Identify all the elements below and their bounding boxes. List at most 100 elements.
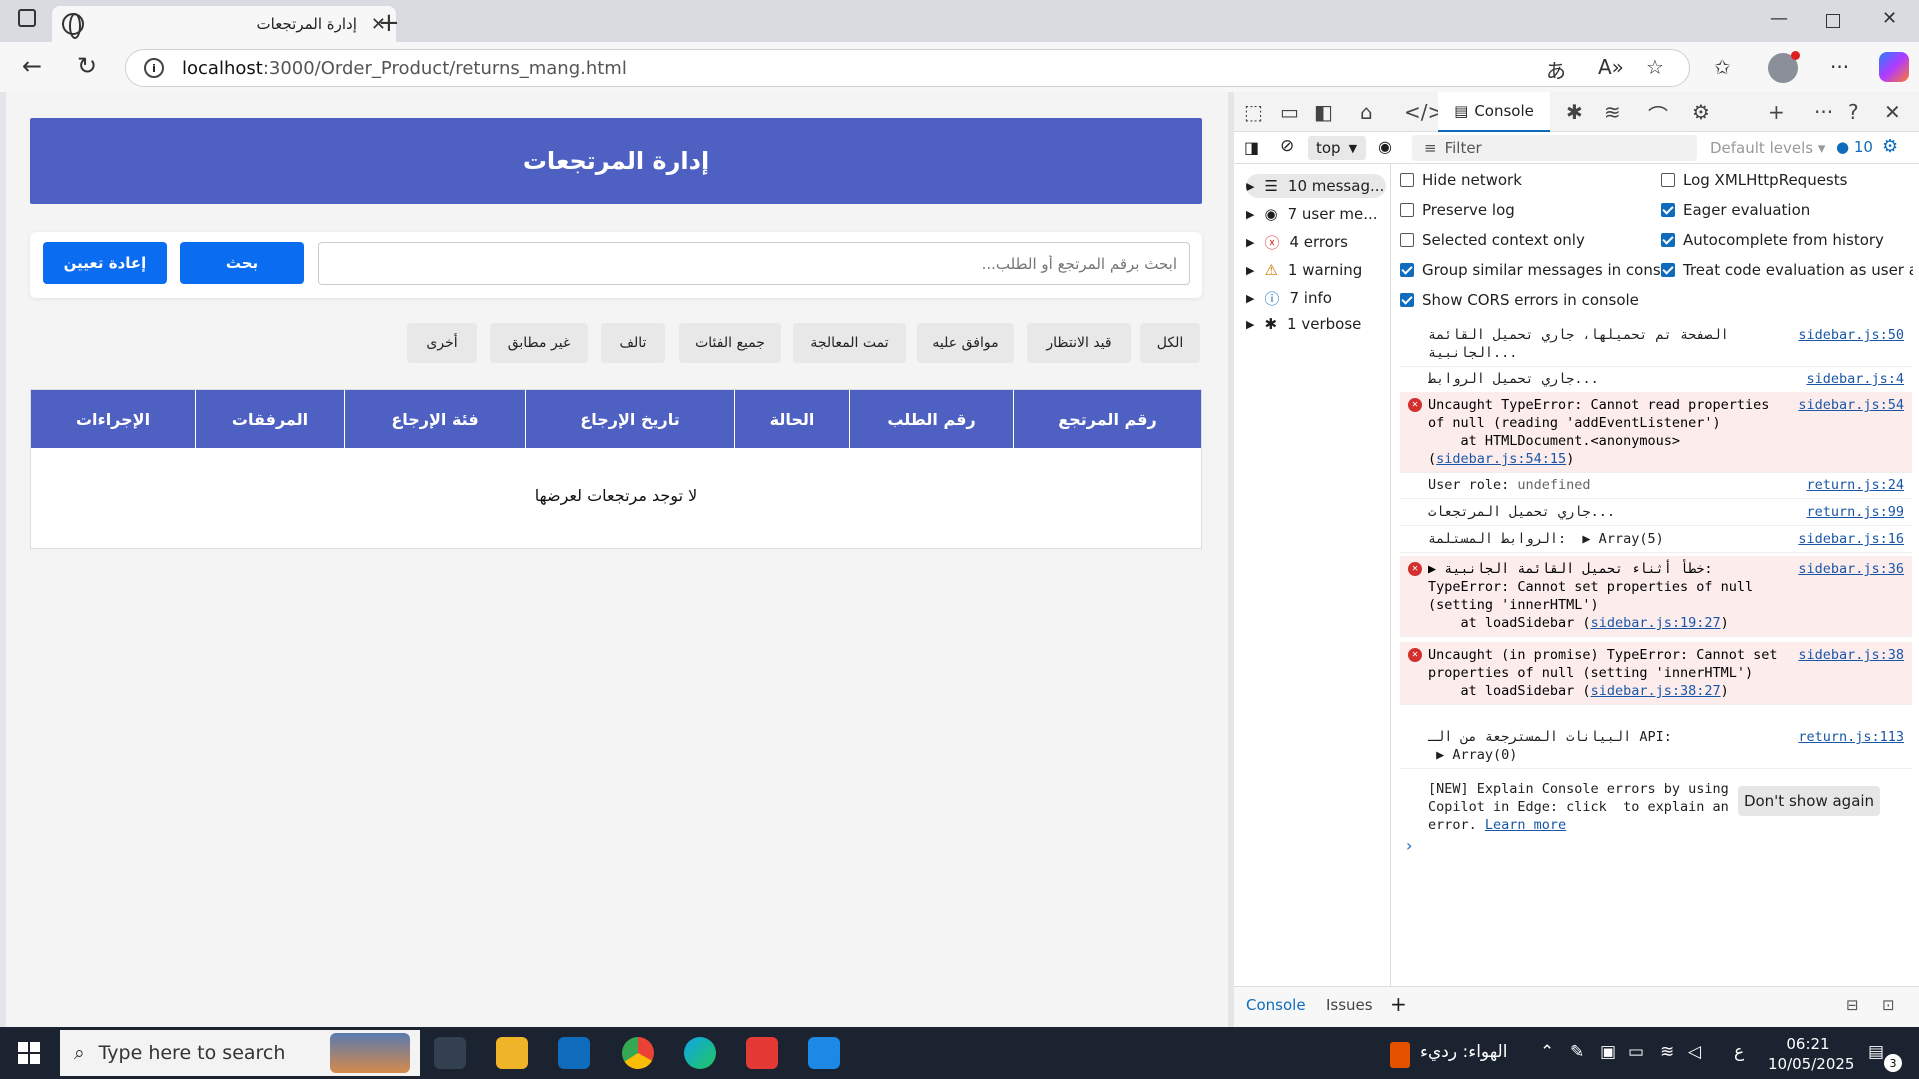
preserve-log-checkbox[interactable]: Preserve log — [1400, 198, 1650, 222]
read-aloud-icon[interactable]: A» — [1598, 55, 1624, 79]
hide-network-checkbox[interactable]: Hide network — [1400, 168, 1650, 192]
info-icon[interactable]: i — [144, 58, 164, 78]
filter-mismatched[interactable]: غير مطابق — [490, 323, 588, 363]
outlook-icon[interactable] — [558, 1037, 590, 1069]
console-prompt-icon[interactable]: › — [1406, 836, 1412, 855]
cors-errors-checkbox[interactable]: Show CORS errors in console — [1400, 288, 1662, 312]
eye-icon[interactable]: ◉ — [1378, 137, 1392, 156]
new-tab-icon[interactable]: + — [378, 8, 400, 38]
inspect-icon[interactable]: ⬚ — [1244, 100, 1263, 124]
levels-select[interactable]: Default levels ▾ — [1710, 139, 1825, 157]
log-source-link[interactable]: return.js:24 — [1806, 476, 1904, 494]
filter-other[interactable]: أخرى — [407, 323, 477, 363]
tab-actions-icon[interactable] — [18, 9, 36, 27]
filter-damaged[interactable]: تالف — [601, 323, 665, 363]
settings-gear-icon[interactable]: ⚙ — [1692, 100, 1710, 124]
log-source-link[interactable]: return.js:99 — [1806, 503, 1904, 521]
selected-context-checkbox[interactable]: Selected context only — [1400, 228, 1650, 252]
tab-console[interactable]: ▤ Console — [1438, 92, 1550, 132]
group-similar-checkbox[interactable]: Group similar messages in console — [1400, 258, 1662, 282]
filter-approved[interactable]: موافق عليه — [917, 323, 1014, 363]
sidebar-errors[interactable]: ▶ ⓧ 4 errors — [1246, 230, 1348, 254]
drawer-tab-console[interactable]: Console — [1246, 996, 1306, 1014]
file-explorer-icon[interactable] — [496, 1037, 528, 1069]
drawer-collapse-icon[interactable]: ⊡ — [1882, 996, 1895, 1014]
autocomplete-checkbox[interactable]: Autocomplete from history — [1661, 228, 1911, 252]
favorite-star-icon[interactable]: ☆ — [1646, 55, 1664, 79]
context-select[interactable]: top ▼ — [1308, 136, 1366, 160]
log-xhr-checkbox[interactable]: Log XMLHttpRequests — [1661, 168, 1911, 192]
git-icon[interactable] — [746, 1037, 778, 1069]
copilot-icon[interactable] — [1879, 52, 1909, 82]
drawer-add-icon[interactable]: + — [1390, 992, 1407, 1016]
profile-avatar[interactable] — [1768, 51, 1800, 83]
sidebar-verbose[interactable]: ▶ ✱ 1 verbose — [1246, 312, 1361, 336]
url-box[interactable]: i localhost:3000/Order_Product/returns_m… — [125, 49, 1690, 87]
reset-button[interactable]: إعادة تعيين — [43, 242, 167, 284]
tray-chevron-icon[interactable]: ⌃ — [1540, 1042, 1554, 1062]
close-window-icon[interactable]: ✕ — [1882, 8, 1897, 29]
clear-console-icon[interactable]: ⊘ — [1280, 136, 1294, 156]
clock[interactable]: 06:21 10/05/2025 — [1768, 1034, 1854, 1074]
help-icon[interactable]: ? — [1848, 100, 1859, 124]
url-text[interactable]: localhost:3000/Order_Product/returns_man… — [182, 58, 627, 79]
chrome-icon[interactable] — [622, 1037, 654, 1069]
more-menu-icon[interactable]: ··· — [1830, 55, 1849, 79]
drawer-dock-icon[interactable]: ⊟ — [1846, 996, 1859, 1014]
maximize-icon[interactable] — [1826, 14, 1840, 28]
volume-icon[interactable]: ◁ — [1688, 1042, 1701, 1062]
translate-icon[interactable]: あ — [1546, 55, 1566, 84]
eager-eval-checkbox[interactable]: Eager evaluation — [1661, 198, 1911, 222]
sidebar-warnings[interactable]: ▶ ⚠ 1 warning — [1246, 258, 1362, 282]
log-source-link[interactable]: return.js:113 — [1798, 728, 1904, 746]
input-language[interactable]: ع — [1734, 1042, 1744, 1062]
log-source-link[interactable]: sidebar.js:54 — [1798, 396, 1904, 414]
vscode-icon[interactable] — [808, 1037, 840, 1069]
search-input[interactable] — [318, 242, 1190, 285]
close-devtools-icon[interactable]: ✕ — [1884, 100, 1901, 124]
log-source-link[interactable]: sidebar.js:4 — [1806, 370, 1904, 388]
issues-badge[interactable]: ● 10 — [1836, 138, 1873, 156]
task-view-icon[interactable] — [434, 1037, 466, 1069]
favorites-icon[interactable]: ✩ — [1714, 55, 1731, 79]
console-filter-input[interactable]: ≡ Filter — [1412, 135, 1697, 161]
log-source-link[interactable]: sidebar.js:50 — [1798, 326, 1904, 344]
treat-eval-checkbox[interactable]: Treat code evaluation as user acti... — [1661, 258, 1913, 282]
device-icon[interactable]: ▭ — [1280, 100, 1299, 124]
log-source-link[interactable]: sidebar.js:36 — [1798, 560, 1904, 578]
filter-all[interactable]: الكل — [1140, 323, 1200, 363]
sidebar-messages[interactable]: ▶ ☰ 10 messag... — [1246, 174, 1386, 198]
add-tool-icon[interactable]: + — [1768, 100, 1785, 124]
minimize-icon[interactable]: — — [1770, 8, 1788, 29]
dock-icon[interactable]: ◧ — [1314, 100, 1333, 124]
search-button[interactable]: بحث — [180, 242, 304, 284]
start-icon[interactable] — [18, 1042, 40, 1064]
battery-icon[interactable]: ▭ — [1628, 1042, 1644, 1062]
refresh-icon[interactable]: ↻ — [77, 52, 97, 80]
browser-tab[interactable]: إدارة المرتجعات ✕ — [52, 6, 396, 42]
sidebar-user-messages[interactable]: ▶ ◉ 7 user me... — [1246, 202, 1378, 226]
sources-icon[interactable]: ✱ — [1566, 100, 1583, 124]
tray-pen-icon[interactable]: ✎ — [1570, 1042, 1584, 1062]
edge-icon[interactable] — [684, 1037, 716, 1069]
dont-show-again-button[interactable]: Don't show again — [1738, 786, 1880, 816]
filter-all-categories[interactable]: جميع الفئات — [679, 323, 781, 363]
log-source-link[interactable]: sidebar.js:38 — [1798, 646, 1904, 664]
filter-processed[interactable]: تمت المعالجة — [793, 323, 906, 363]
back-icon[interactable]: ← — [22, 52, 42, 80]
drawer-tab-issues[interactable]: Issues — [1326, 996, 1373, 1014]
sidebar-info[interactable]: ▶ ⓘ 7 info — [1246, 286, 1332, 310]
wifi-icon[interactable]: ≋ — [1660, 1042, 1674, 1062]
filter-pending[interactable]: قيد الانتظار — [1027, 323, 1131, 363]
notifications-icon[interactable]: ▤ — [1868, 1042, 1884, 1062]
weather-text[interactable]: الهواء: رديء — [1420, 1042, 1507, 1062]
tray-meet-icon[interactable]: ▣ — [1600, 1042, 1616, 1062]
log-source-link[interactable]: sidebar.js:16 — [1798, 530, 1904, 548]
performance-icon[interactable]: ⌒ — [1648, 100, 1668, 129]
learn-more-link[interactable]: Learn more — [1485, 817, 1566, 833]
sidebar-toggle-icon[interactable]: ◨ — [1244, 138, 1259, 157]
network-icon[interactable]: ≋ — [1604, 100, 1621, 124]
devtools-more-icon[interactable]: ··· — [1814, 100, 1833, 124]
console-settings-icon[interactable]: ⚙ — [1882, 136, 1898, 157]
welcome-icon[interactable]: ⌂ — [1360, 100, 1373, 124]
